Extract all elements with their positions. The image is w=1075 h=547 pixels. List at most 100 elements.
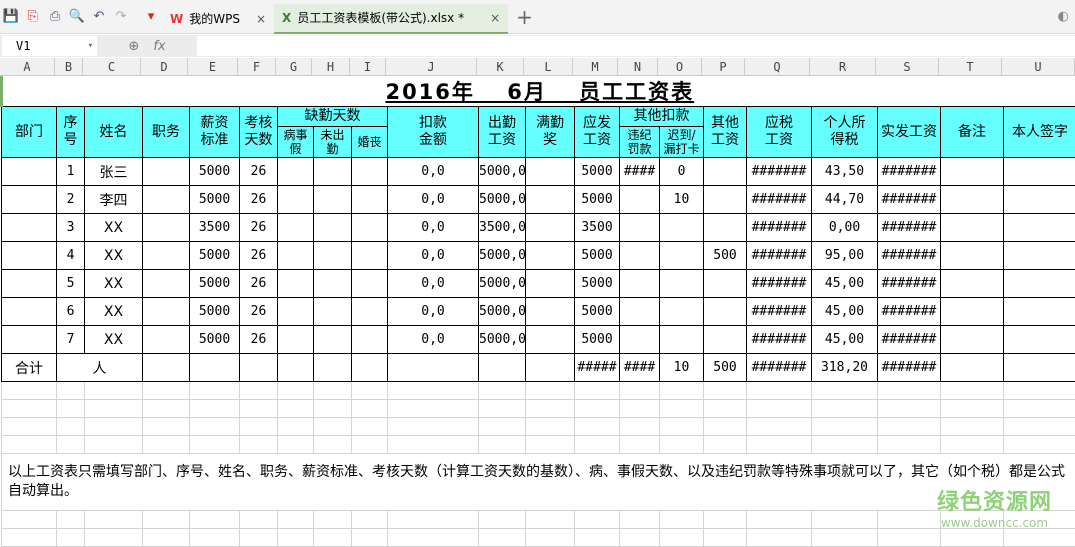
print-preview-icon[interactable]: 🔍 — [68, 8, 86, 26]
cell[interactable] — [2, 242, 57, 270]
cell[interactable] — [660, 400, 704, 418]
cell[interactable] — [812, 436, 878, 454]
cell[interactable] — [526, 418, 575, 436]
header-gross[interactable]: 应发工资 — [575, 107, 620, 158]
cell[interactable]: XX — [85, 242, 143, 270]
cell[interactable] — [278, 242, 314, 270]
cell[interactable] — [941, 418, 1004, 436]
cell[interactable] — [660, 298, 704, 326]
cell[interactable]: XX — [85, 270, 143, 298]
cell[interactable] — [479, 418, 526, 436]
cell[interactable] — [526, 298, 575, 326]
cell[interactable] — [278, 511, 314, 529]
cell[interactable] — [2, 400, 57, 418]
cell[interactable] — [190, 354, 240, 382]
cell[interactable]: 0,0 — [388, 214, 479, 242]
tab-my-wps[interactable]: W我的WPS× — [162, 4, 274, 34]
header-other-deduct[interactable]: 其他扣款 — [620, 107, 704, 127]
cell[interactable] — [1004, 242, 1075, 270]
column-header[interactable]: D — [141, 58, 188, 75]
cell[interactable]: ####### — [878, 214, 941, 242]
cell[interactable]: 5000,0 — [479, 158, 526, 186]
cell[interactable]: ####### — [878, 186, 941, 214]
header-seq[interactable]: 序号 — [57, 107, 85, 158]
cell[interactable] — [352, 418, 388, 436]
header-noshow[interactable]: 未出勤 — [314, 127, 352, 158]
cell[interactable] — [575, 511, 620, 529]
column-header[interactable]: S — [876, 58, 939, 75]
tab-salary-file[interactable]: X员工工资表模板(带公式).xlsx *× — [274, 4, 508, 34]
cell[interactable] — [190, 436, 240, 454]
header-tax[interactable]: 个人所得税 — [812, 107, 878, 158]
cell[interactable]: ####### — [878, 158, 941, 186]
cell[interactable] — [240, 382, 278, 400]
cell[interactable]: 26 — [240, 186, 278, 214]
total-tax[interactable]: 318,20 — [812, 354, 878, 382]
cell[interactable] — [314, 242, 352, 270]
cell[interactable]: 95,00 — [812, 242, 878, 270]
cell[interactable] — [352, 298, 388, 326]
cell[interactable] — [240, 436, 278, 454]
cell[interactable] — [479, 354, 526, 382]
cell[interactable]: ####### — [747, 242, 812, 270]
cell[interactable] — [1004, 354, 1075, 382]
total-taxable[interactable]: ####### — [747, 354, 812, 382]
cell[interactable] — [143, 298, 190, 326]
cell[interactable]: 5000 — [190, 298, 240, 326]
cell[interactable] — [278, 354, 314, 382]
cell[interactable]: 3500 — [190, 214, 240, 242]
column-header[interactable]: L — [524, 58, 573, 75]
cell[interactable] — [575, 382, 620, 400]
cell[interactable] — [526, 242, 575, 270]
header-absent[interactable]: 缺勤天数 — [278, 107, 388, 127]
cell[interactable] — [352, 511, 388, 529]
header-late[interactable]: 迟到/漏打卡 — [660, 127, 704, 158]
cell[interactable] — [352, 186, 388, 214]
cell[interactable] — [352, 214, 388, 242]
cell[interactable]: 26 — [240, 270, 278, 298]
cell[interactable] — [812, 418, 878, 436]
column-header[interactable]: B — [55, 58, 83, 75]
cell[interactable]: 5 — [57, 270, 85, 298]
cell[interactable]: ####### — [747, 298, 812, 326]
cell[interactable] — [878, 511, 941, 529]
cell[interactable] — [314, 326, 352, 354]
cell[interactable] — [526, 186, 575, 214]
cell[interactable] — [388, 418, 479, 436]
cell[interactable] — [1004, 382, 1075, 400]
cell[interactable]: ####### — [878, 326, 941, 354]
column-header[interactable]: F — [238, 58, 276, 75]
cell[interactable]: ####### — [747, 326, 812, 354]
cell[interactable] — [526, 158, 575, 186]
cell[interactable] — [314, 382, 352, 400]
cell[interactable]: 5000,0 — [479, 242, 526, 270]
column-header[interactable]: A — [0, 58, 55, 75]
header-attend-pay[interactable]: 出勤工资 — [479, 107, 526, 158]
cell[interactable] — [479, 511, 526, 529]
column-header[interactable]: I — [350, 58, 386, 75]
column-header[interactable]: R — [810, 58, 876, 75]
cell[interactable] — [388, 354, 479, 382]
cell[interactable] — [85, 436, 143, 454]
cell[interactable] — [278, 382, 314, 400]
column-header[interactable]: P — [702, 58, 745, 75]
cell[interactable] — [352, 158, 388, 186]
name-box[interactable]: V1 — [2, 36, 97, 56]
cell[interactable] — [620, 326, 660, 354]
customize-dropdown-icon[interactable]: ▾ — [142, 8, 160, 26]
cell[interactable] — [352, 270, 388, 298]
cell[interactable]: 3500,0 — [479, 214, 526, 242]
cell[interactable] — [2, 214, 57, 242]
cell[interactable]: 43,50 — [812, 158, 878, 186]
header-sick[interactable]: 病事假 — [278, 127, 314, 158]
cell[interactable] — [143, 242, 190, 270]
cell[interactable] — [278, 270, 314, 298]
cell[interactable] — [143, 158, 190, 186]
cell[interactable] — [479, 382, 526, 400]
column-header[interactable]: U — [1002, 58, 1075, 75]
cell[interactable]: XX — [85, 214, 143, 242]
cell[interactable]: ####### — [878, 270, 941, 298]
total-penalty[interactable]: #### — [620, 354, 660, 382]
zoom-icon[interactable]: ⊕ — [128, 39, 139, 54]
cell[interactable] — [57, 511, 85, 529]
